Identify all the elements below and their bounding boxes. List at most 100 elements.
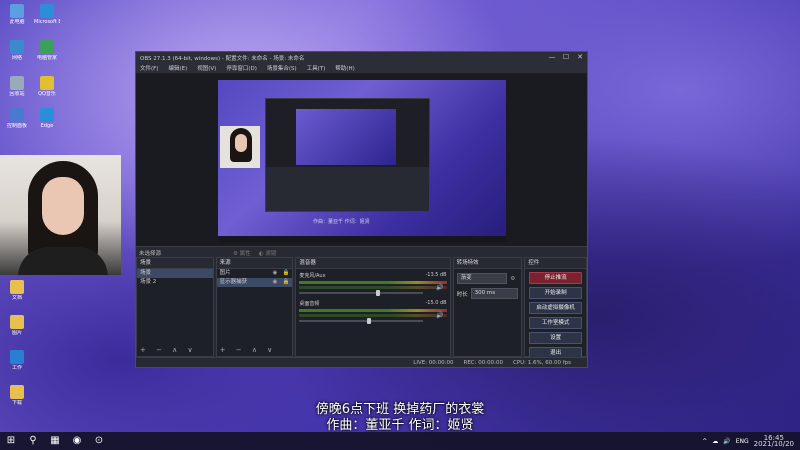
desktop-icon[interactable]: Edge [34, 108, 60, 129]
no-source-selected: 未选择源 [139, 250, 162, 257]
desktop-icon-glyph [10, 108, 24, 122]
webcam-overlay [0, 155, 121, 275]
start-virtual-camera-button[interactable]: 启动虚拟摄像机 [529, 302, 583, 314]
volume-meter [299, 314, 447, 317]
taskbar: ⊞ ⚲ ▦ ◉ ⊙ ^ ☁ 🔊 ENG 16:45 2021/10/20 [0, 432, 800, 450]
input-language[interactable]: ENG [736, 438, 749, 445]
scenes-footer-buttons[interactable]: + − ∧ ∨ [140, 346, 197, 354]
desktop-icon-glyph [40, 40, 54, 54]
volume-icon[interactable]: 🔊 [723, 438, 730, 445]
volume-meter [299, 286, 447, 289]
taskbar-app-obs-studio[interactable]: ⊙ [88, 432, 110, 450]
start-button[interactable]: ⊞ [0, 432, 22, 450]
menu-help[interactable]: 帮助(H) [335, 64, 354, 72]
volume-slider[interactable] [299, 318, 423, 324]
obs-window: OBS 27.1.3 (64-bit, windows) - 配置文件: 未命名… [135, 51, 588, 368]
eye-icon[interactable]: ◉ [273, 278, 281, 287]
clock-date: 2021/10/20 [753, 440, 794, 448]
desktop-icon-glyph [10, 315, 24, 329]
scene-item[interactable]: 场景 2 [137, 278, 213, 287]
scene-item[interactable]: 场景 [137, 269, 213, 278]
speaker-icon[interactable]: 🔊 [436, 312, 443, 319]
controls-dock: 控件 停止推流 开始录制 启动虚拟摄像机 工作室模式 设置 退出 [524, 257, 588, 359]
scenes-dock: 场景 场景 场景 2 + − ∧ ∨ [136, 257, 214, 357]
webcam-body [18, 247, 108, 275]
cpu-fps: CPU: 1.6%, 60.00 fps [512, 359, 571, 366]
controls-header: 控件 [525, 258, 587, 269]
desktop-icon-label: 回收站 [9, 91, 25, 97]
desktop-icon[interactable]: 网络 [4, 40, 30, 61]
volume-slider[interactable] [299, 290, 423, 296]
desktop-icon-glyph [10, 76, 24, 90]
studio-mode-button[interactable]: 工作室模式 [529, 317, 583, 329]
preview-canvas[interactable]: 作曲：董亚千 作词：姬贤 [218, 80, 506, 242]
desktop-icon[interactable]: 电脑管家 [34, 40, 60, 61]
desktop-icon[interactable]: 图片 [4, 315, 30, 336]
desktop-icon[interactable]: QQ音乐 [34, 76, 60, 97]
webcam-face [42, 177, 84, 235]
rec-timer: REC: 00:00:00 [463, 359, 503, 366]
menu-view[interactable]: 视图(V) [197, 64, 216, 72]
start-recording-button[interactable]: 开始录制 [529, 287, 583, 299]
desktop-icon-glyph [10, 280, 24, 294]
close-button[interactable]: ✕ [573, 52, 587, 63]
lyrics-line-2: 作曲：董亚千 作词：姬贤 [326, 418, 474, 433]
desktop-icon-label: QQ音乐 [38, 91, 56, 97]
sources-header: 来源 [216, 258, 293, 269]
mixer-channel: 桌面音频 -15.0 dB 🔊 [299, 300, 447, 324]
volume-slider-knob[interactable] [375, 290, 380, 296]
transitions-header: 转场特效 [453, 258, 522, 269]
maximize-button[interactable]: ☐ [559, 52, 573, 63]
preview-area: 作曲：董亚千 作词：姬贤 [136, 74, 587, 246]
source-name: 显示器捕获 [219, 279, 248, 285]
source-item[interactable]: 图片 ◉ 🔒 [217, 269, 293, 278]
preview-webcam [220, 126, 260, 168]
tray-cloud-icon[interactable]: ☁ [712, 438, 718, 445]
desktop-icon-glyph [10, 4, 24, 18]
docks: 场景 场景 场景 2 + − ∧ ∨ 来源 图片 ◉ 🔒 显示器捕获 ◉ 🔒 +… [136, 257, 588, 359]
settings-button[interactable]: 设置 [529, 332, 583, 344]
mixer-header: 混音器 [296, 258, 450, 269]
eye-icon[interactable]: ◉ [273, 269, 281, 278]
minimize-button[interactable]: — [545, 52, 559, 63]
menu-docks[interactable]: 停靠窗口(D) [226, 64, 257, 72]
volume-slider-knob[interactable] [367, 318, 372, 324]
desktop-icon-label: 网络 [11, 55, 22, 61]
sources-footer-buttons[interactable]: + − ∧ ∨ [220, 346, 277, 354]
preview-taskbar [218, 236, 506, 242]
channel-db: -13.5 dB [425, 272, 447, 278]
menu-file[interactable]: 文件(F) [140, 64, 158, 72]
desktop-icon-label: 此电脑 [9, 19, 25, 25]
desktop-icon[interactable]: 回收站 [4, 76, 30, 97]
properties-button[interactable]: ⚙ 属性 [233, 249, 251, 257]
desktop-icon-label: 文档 [11, 295, 22, 301]
menu-scene-collection[interactable]: 场景集合(S) [267, 64, 297, 72]
taskbar-app-obs[interactable]: ▦ [44, 432, 66, 450]
search-icon[interactable]: ⚲ [22, 432, 44, 450]
desktop-icon-label: 电脑管家 [36, 55, 57, 61]
stop-streaming-button[interactable]: 停止推流 [529, 272, 583, 284]
source-item[interactable]: 显示器捕获 ◉ 🔒 [216, 278, 293, 287]
desktop-icon[interactable]: 控制面板 [4, 108, 30, 129]
tray-chevron-icon[interactable]: ^ [702, 438, 707, 445]
obs-titlebar[interactable]: OBS 27.1.3 (64-bit, windows) - 配置文件: 未命名… [136, 52, 587, 63]
taskbar-app-netease[interactable]: ◉ [66, 432, 88, 450]
menu-bar: 文件(F) 编辑(E) 视图(V) 停靠窗口(D) 场景集合(S) 工具(T) … [136, 63, 587, 74]
mixer-channel: 麦克风/Aux -13.5 dB 🔊 [299, 272, 447, 296]
transition-select[interactable]: 渐变 [456, 273, 508, 284]
clock[interactable]: 16:45 2021/10/20 [753, 435, 794, 448]
lock-icon[interactable]: 🔒 [282, 269, 292, 278]
menu-tools[interactable]: 工具(T) [307, 64, 326, 72]
gear-icon[interactable]: ⚙ [510, 276, 518, 282]
filters-button[interactable]: ◐ 滤镜 [259, 249, 277, 257]
desktop-icon[interactable]: 文档 [4, 280, 30, 301]
duration-input[interactable]: 300 ms [470, 288, 519, 299]
desktop-icon-glyph [40, 108, 54, 122]
desktop-icon[interactable]: 此电脑 [4, 4, 30, 25]
desktop-icon-glyph [40, 4, 54, 18]
speaker-icon[interactable]: 🔊 [436, 284, 443, 291]
menu-edit[interactable]: 编辑(E) [168, 64, 187, 72]
desktop-icon[interactable]: Microsoft Edge [34, 4, 60, 25]
desktop-icon[interactable]: 工作 [4, 350, 30, 371]
lock-icon[interactable]: 🔒 [282, 278, 292, 287]
